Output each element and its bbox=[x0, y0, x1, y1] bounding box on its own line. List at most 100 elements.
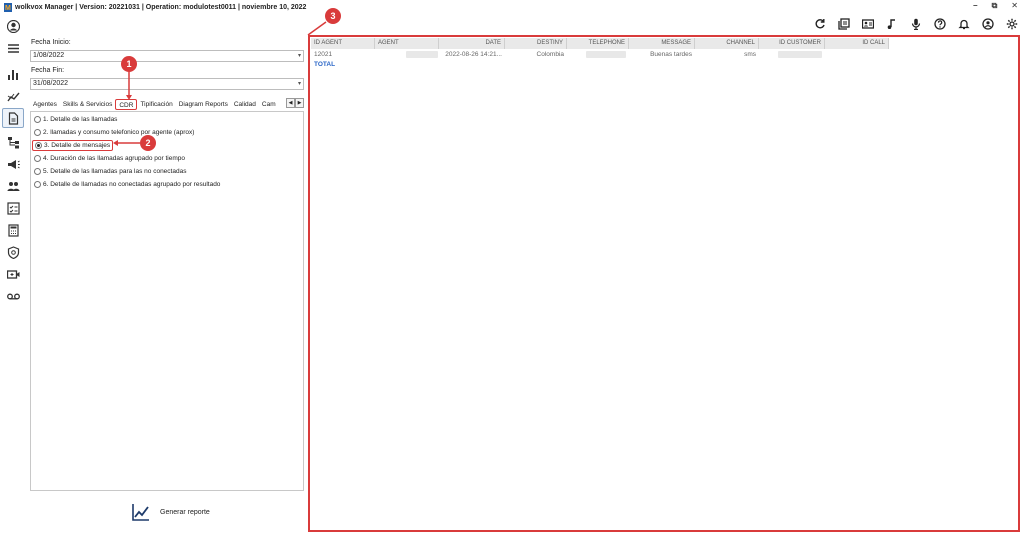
total-row: TOTAL bbox=[311, 60, 375, 70]
svg-text:M: M bbox=[5, 5, 11, 12]
restore-button[interactable]: ⧉ bbox=[992, 1, 998, 11]
col-channel[interactable]: CHANNEL bbox=[695, 38, 759, 49]
bell-icon[interactable] bbox=[952, 14, 976, 34]
tab-scroll-left-icon[interactable]: ◀ bbox=[286, 98, 295, 108]
cell-message: Buenas tardes bbox=[650, 51, 692, 58]
music-note-icon[interactable] bbox=[880, 14, 904, 34]
generate-report-button[interactable]: Generar reporte bbox=[132, 503, 210, 521]
refresh-icon[interactable] bbox=[808, 14, 832, 34]
cell-id-agent: 12021 bbox=[314, 51, 333, 58]
report-results-grid[interactable]: ID AGENT AGENT DATE DESTINY TELEPHONE ME… bbox=[308, 35, 1020, 532]
cell-id-customer-redacted bbox=[759, 50, 825, 60]
report-option-2[interactable]: 2. llamadas y consumo telefonico por age… bbox=[34, 129, 194, 136]
title-bar: M wolkvox Manager | Version: 20221031 | … bbox=[0, 0, 1024, 14]
option-label: 2. llamadas y consumo telefonico por age… bbox=[43, 129, 195, 136]
start-date-label: Fecha Inicio: bbox=[31, 39, 71, 46]
cell-date: 2022-08-26 14:21... bbox=[445, 51, 502, 58]
shield-icon[interactable] bbox=[2, 242, 24, 262]
report-option-6[interactable]: 6. Detalle de llamadas no conectadas agr… bbox=[34, 181, 220, 188]
table-row[interactable]: 12021 2022-08-26 14:21... Colombia Buena… bbox=[311, 50, 889, 60]
col-message[interactable]: MESSAGE bbox=[629, 38, 695, 49]
close-button[interactable]: ✕ bbox=[1011, 1, 1018, 11]
col-id-call[interactable]: ID CALL bbox=[825, 38, 889, 49]
calculator-icon[interactable] bbox=[2, 220, 24, 240]
microphone-icon[interactable] bbox=[904, 14, 928, 34]
bar-chart-icon[interactable] bbox=[2, 64, 24, 84]
radio-button[interactable] bbox=[34, 168, 41, 175]
option-label: 3. Detalle de mensajes bbox=[44, 142, 111, 149]
app-logo-icon: M bbox=[4, 2, 12, 12]
radio-button-selected[interactable] bbox=[35, 142, 42, 149]
chevron-down-icon[interactable]: ▾ bbox=[298, 51, 301, 61]
radio-button[interactable] bbox=[34, 155, 41, 162]
option-label: 6. Detalle de llamadas no conectadas agr… bbox=[43, 181, 221, 188]
option-label: 4. Duración de las llamadas agrupado por… bbox=[43, 155, 186, 162]
tab-tipificacion[interactable]: Tipificación bbox=[137, 99, 175, 110]
cell-destiny: Colombia bbox=[536, 51, 564, 58]
chevron-down-icon[interactable]: ▾ bbox=[298, 79, 301, 89]
cell-telephone-redacted bbox=[567, 50, 629, 60]
user-circle-icon[interactable] bbox=[976, 14, 1000, 34]
callout-badge-3: 3 bbox=[325, 8, 341, 24]
tab-scroll-right-icon[interactable]: ▶ bbox=[295, 98, 304, 108]
report-chart-icon bbox=[132, 504, 149, 521]
option-label: 1. Detalle de las llamadas bbox=[43, 116, 118, 123]
video-icon[interactable] bbox=[2, 264, 24, 284]
report-tabs: Agentes Skills & Servicios CDR Tipificac… bbox=[30, 98, 304, 110]
megaphone-icon[interactable] bbox=[2, 154, 24, 174]
option-label: 5. Detalle de las llamadas para las no c… bbox=[43, 168, 187, 175]
help-icon[interactable] bbox=[928, 14, 952, 34]
col-destiny[interactable]: DESTINY bbox=[505, 38, 567, 49]
flow-icon[interactable] bbox=[2, 132, 24, 152]
report-option-1[interactable]: 1. Detalle de las llamadas bbox=[34, 116, 117, 123]
report-option-3[interactable]: 3. Detalle de mensajes bbox=[32, 140, 114, 151]
top-toolbar bbox=[808, 14, 1024, 34]
checklist-icon[interactable] bbox=[2, 198, 24, 218]
generate-report-label: Generar reporte bbox=[160, 508, 210, 516]
tab-agentes[interactable]: Agentes bbox=[30, 99, 60, 110]
cell-channel: sms bbox=[744, 51, 756, 58]
radio-button[interactable] bbox=[34, 129, 41, 136]
end-date-label: Fecha Fin: bbox=[31, 67, 65, 74]
trend-icon[interactable] bbox=[2, 86, 24, 106]
radio-button[interactable] bbox=[34, 181, 41, 188]
tab-diagram-reports[interactable]: Diagram Reports bbox=[176, 99, 231, 110]
start-date-value: 1/08/2022 bbox=[33, 52, 65, 59]
start-date-field[interactable]: 1/08/2022 ▾ bbox=[30, 50, 304, 62]
col-id-agent[interactable]: ID AGENT bbox=[311, 38, 375, 49]
cell-id-call bbox=[825, 50, 889, 60]
tab-scroll-arrows: ◀ ▶ bbox=[286, 98, 304, 108]
col-telephone[interactable]: TELEPHONE bbox=[567, 38, 629, 49]
book-icon[interactable] bbox=[832, 14, 856, 34]
callout-badge-1: 1 bbox=[121, 56, 137, 72]
report-option-4[interactable]: 4. Duración de las llamadas agrupado por… bbox=[34, 155, 185, 162]
minimize-button[interactable]: – bbox=[973, 1, 977, 11]
report-icon[interactable] bbox=[2, 108, 24, 128]
report-filter-panel: Fecha Inicio: 1/08/2022 ▾ Fecha Fin: 31/… bbox=[30, 37, 304, 527]
left-sidebar bbox=[0, 14, 26, 534]
tab-calidad[interactable]: Calidad bbox=[231, 99, 259, 110]
callout-3-arrow bbox=[307, 21, 327, 36]
menu-icon[interactable] bbox=[2, 38, 24, 58]
col-date[interactable]: DATE bbox=[439, 38, 505, 49]
users-icon[interactable] bbox=[2, 176, 24, 196]
col-agent[interactable]: AGENT bbox=[375, 38, 439, 49]
col-id-customer[interactable]: ID CUSTOMER bbox=[759, 38, 825, 49]
report-option-5[interactable]: 5. Detalle de las llamadas para las no c… bbox=[34, 168, 186, 175]
callout-badge-2: 2 bbox=[140, 135, 156, 151]
gear-icon[interactable] bbox=[1000, 14, 1024, 34]
total-label: TOTAL bbox=[314, 61, 336, 68]
radio-button[interactable] bbox=[34, 116, 41, 123]
end-date-field[interactable]: 31/08/2022 ▾ bbox=[30, 78, 304, 90]
tab-skills-servicios[interactable]: Skills & Servicios bbox=[60, 99, 115, 110]
tab-cdr[interactable]: CDR bbox=[115, 98, 138, 110]
window-title: wolkvox Manager | Version: 20221031 | Op… bbox=[15, 3, 307, 11]
contact-card-icon[interactable] bbox=[856, 14, 880, 34]
avatar-icon[interactable] bbox=[2, 16, 24, 36]
voicemail-icon[interactable] bbox=[2, 286, 24, 306]
cell-agent-redacted bbox=[375, 50, 439, 60]
end-date-value: 31/08/2022 bbox=[33, 80, 69, 87]
cdr-tab-panel: 1. Detalle de las llamadas 2. llamadas y… bbox=[30, 111, 304, 491]
tab-campanas[interactable]: Cam bbox=[259, 99, 276, 110]
grid-header: ID AGENT AGENT DATE DESTINY TELEPHONE ME… bbox=[311, 38, 889, 49]
